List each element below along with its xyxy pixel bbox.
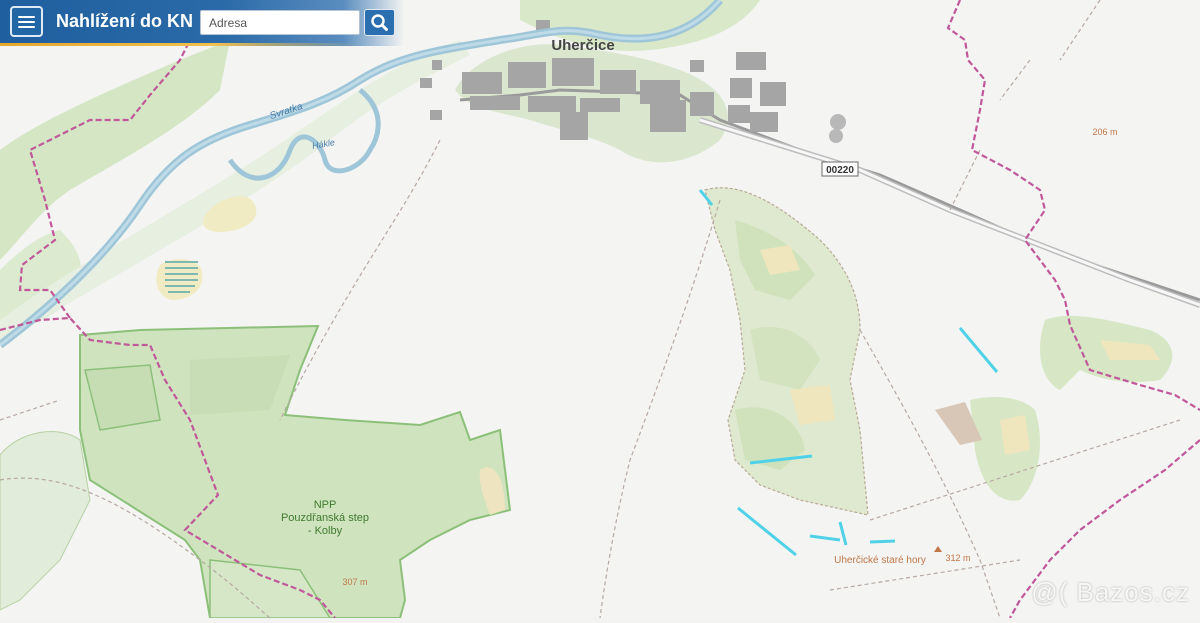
search-button[interactable]: [364, 9, 395, 36]
field-yellow: [1000, 415, 1030, 455]
cadastral-map[interactable]: 00220 Uherčice Svratka Hákle 206 m NPP P…: [0, 0, 1200, 618]
top-bar: Nahlížení do KN: [0, 0, 404, 46]
water-tank: [830, 114, 846, 130]
road-number-label: 00220: [826, 165, 854, 176]
reserve-name-line1: NPP: [314, 499, 337, 511]
app-title: Nahlížení do KN: [56, 11, 193, 32]
watermark: @( Bazos.cz: [1031, 577, 1190, 608]
spot-elevation-ne: 206 m: [1092, 127, 1117, 137]
reserve-name-line2: Pouzdřanská step: [281, 512, 369, 524]
hill-elevation-label: 312 m: [945, 553, 970, 563]
spot-elevation-sw: 307 m: [342, 577, 367, 587]
hill-name-label: Uherčické staré hory: [834, 555, 926, 566]
address-search-input[interactable]: [200, 10, 360, 35]
village-label: Uherčice: [551, 37, 614, 54]
water-tank: [829, 129, 843, 143]
hamburger-menu-icon[interactable]: [10, 6, 43, 37]
top-bar-accent: [0, 43, 360, 46]
reserve-name-line3: - Kolby: [308, 525, 343, 537]
magnifier-search-icon: [365, 10, 394, 35]
